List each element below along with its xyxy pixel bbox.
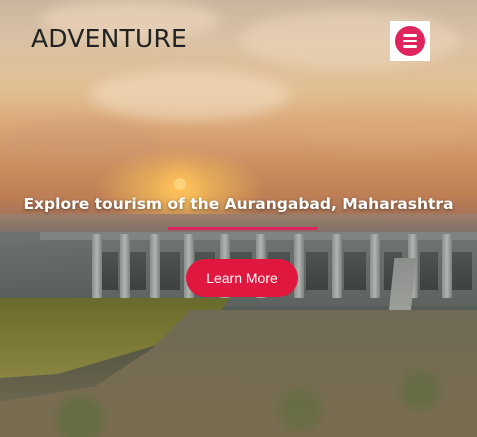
menu-button[interactable]	[390, 21, 430, 61]
brand-logo[interactable]: ADVENTURE	[31, 24, 187, 53]
title-underline	[168, 227, 318, 230]
hero-section: ADVENTURE Explore tourism of the Auranga…	[0, 0, 477, 437]
hero-title: Explore tourism of the Aurangabad, Mahar…	[23, 195, 454, 213]
learn-more-button[interactable]: Learn More	[186, 259, 298, 297]
sun	[174, 178, 186, 190]
background-photo-dam-sunset	[0, 0, 477, 437]
reservoir	[0, 214, 477, 234]
hamburger-menu-icon	[395, 26, 425, 56]
